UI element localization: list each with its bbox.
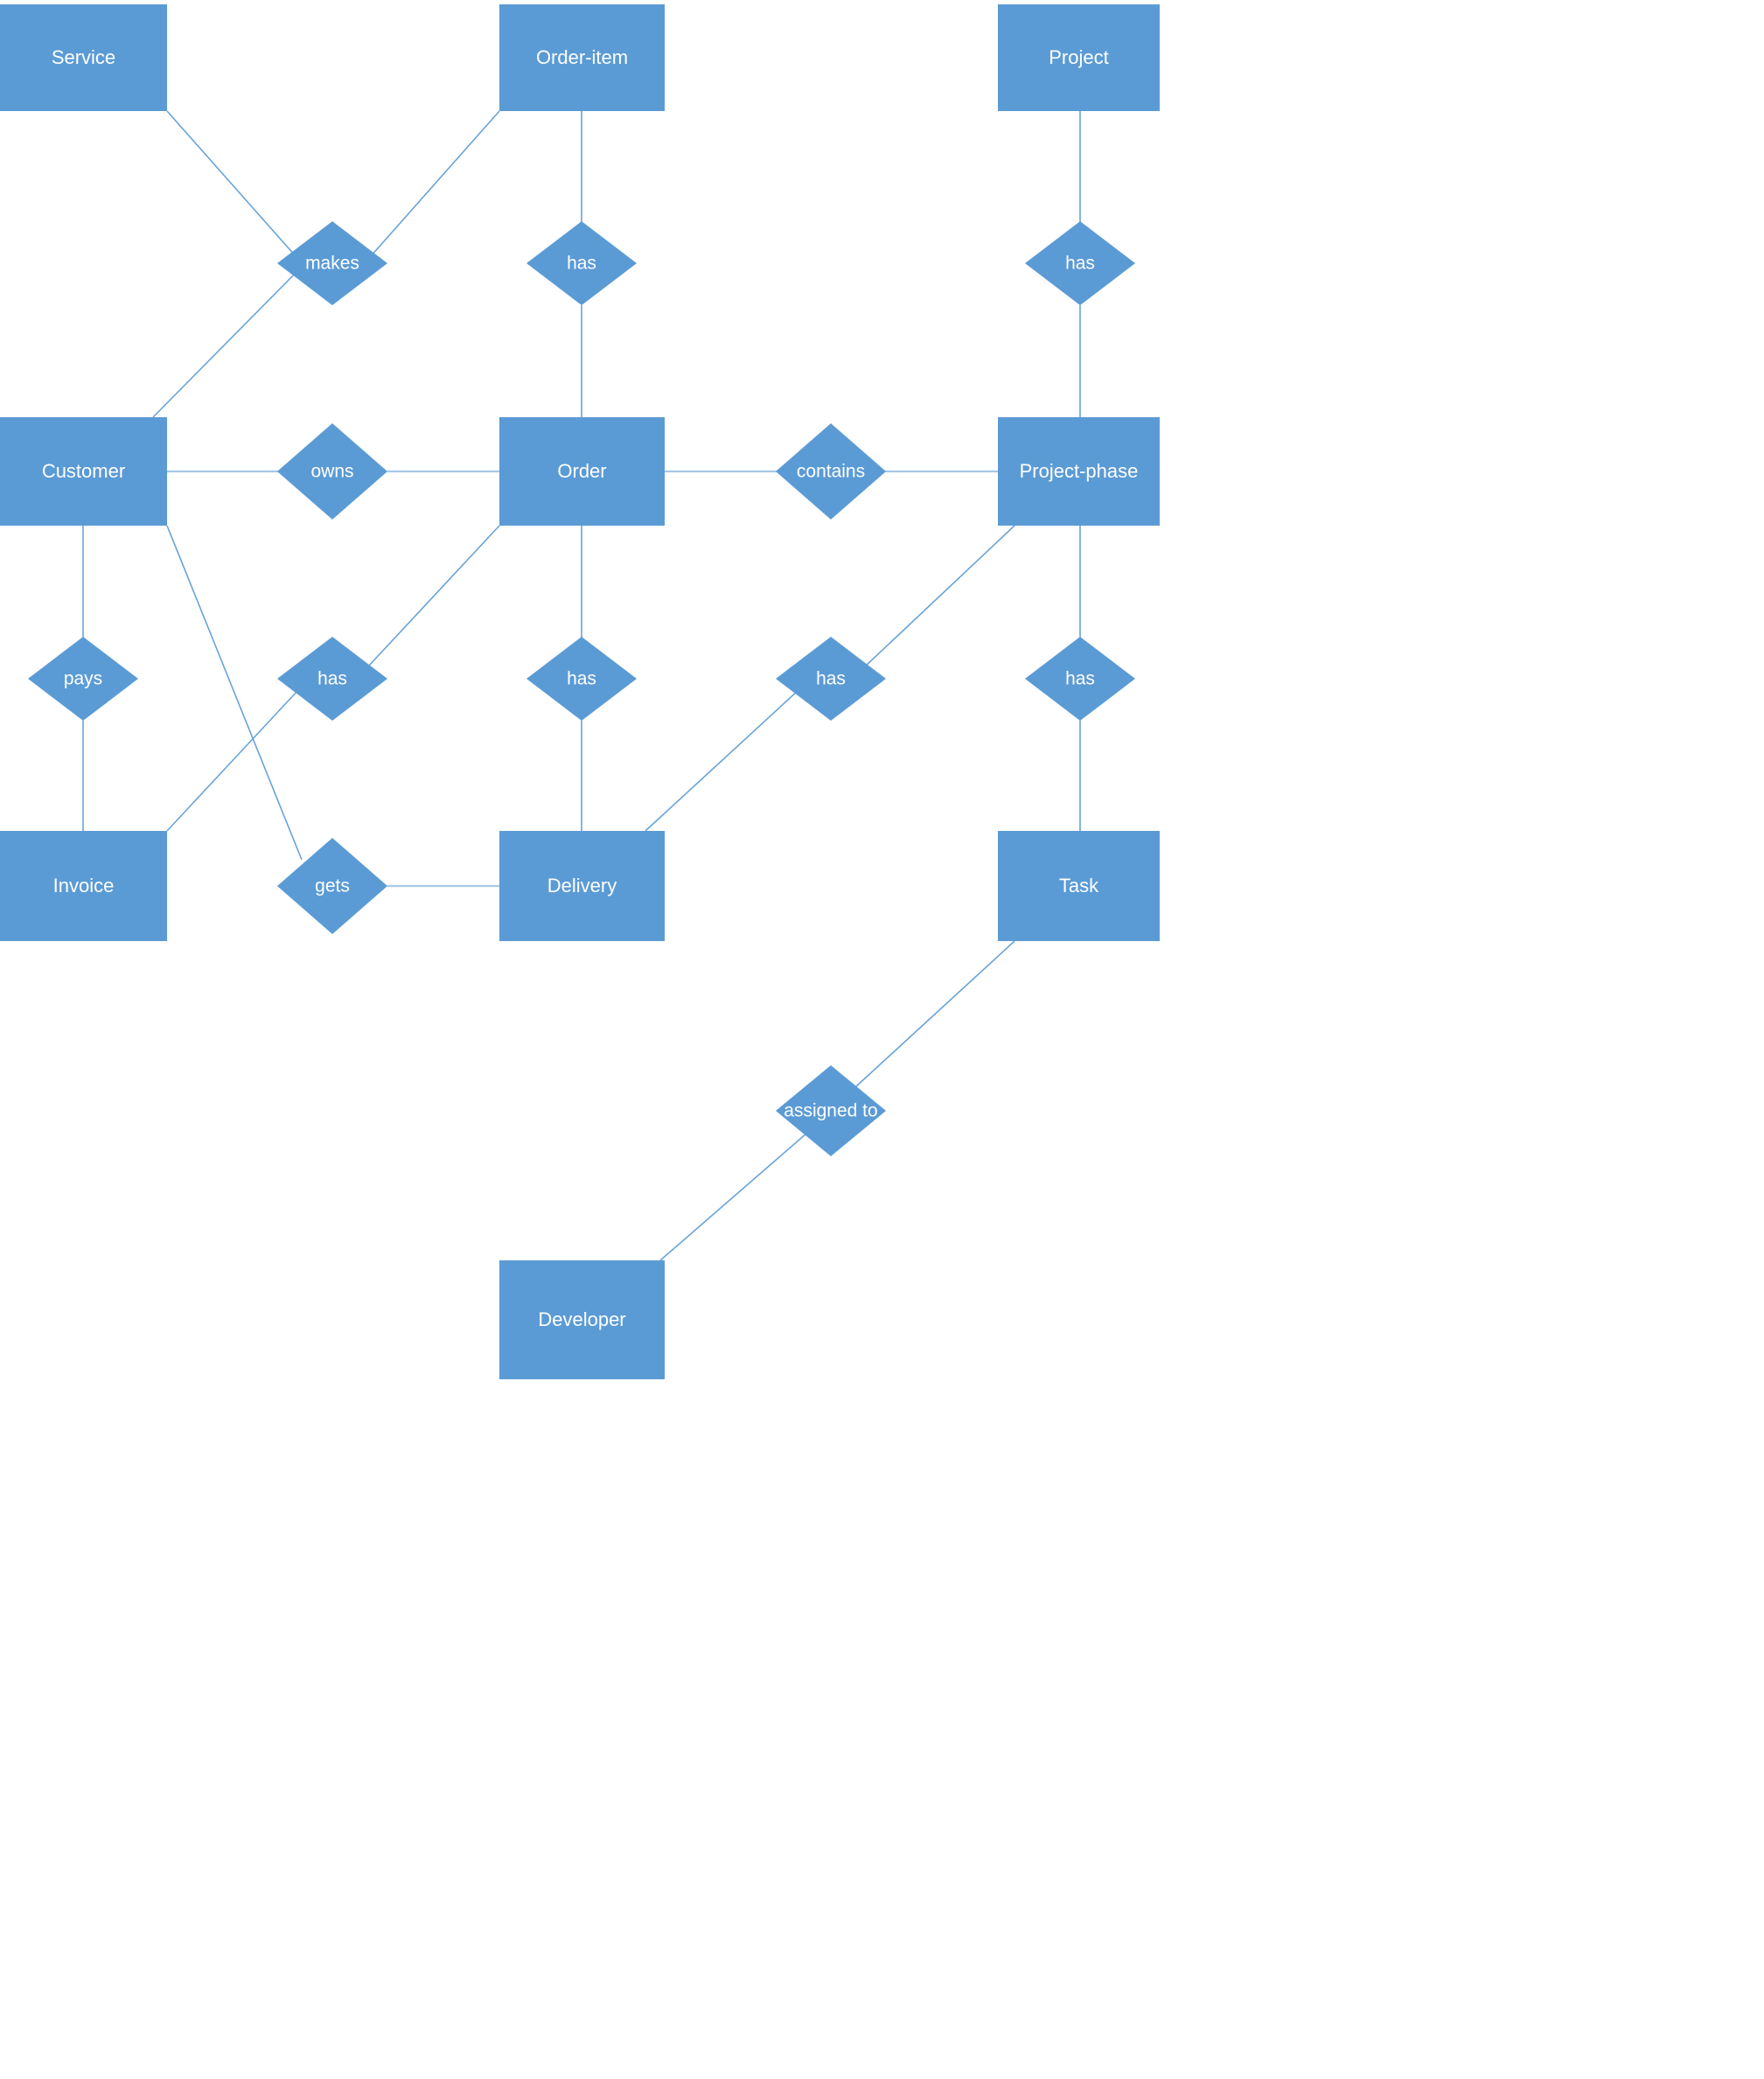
entity-box-developer[interactable] xyxy=(499,1260,665,1379)
relationship-diamond-has-invoice[interactable] xyxy=(277,637,387,721)
entity-box-customer[interactable] xyxy=(0,417,167,526)
edge-assigned-to-to-developer xyxy=(659,1133,807,1261)
relationship-diamond-owns[interactable] xyxy=(277,423,387,520)
entity-invoice[interactable]: Invoice xyxy=(0,831,167,941)
relationship-assigned-to[interactable]: assigned to xyxy=(776,1065,886,1156)
relationship-contains[interactable]: contains xyxy=(776,423,886,520)
relationship-pays[interactable]: pays xyxy=(28,637,138,721)
relationship-has-task[interactable]: has xyxy=(1025,637,1135,721)
relationship-diamond-contains[interactable] xyxy=(776,423,886,520)
relationship-diamond-gets[interactable] xyxy=(277,838,387,934)
edge-task-to-assigned-to xyxy=(854,940,1015,1088)
edge-service-to-makes xyxy=(166,110,297,258)
entity-box-project-phase[interactable] xyxy=(998,417,1160,526)
edge-order-item-to-makes xyxy=(369,110,500,258)
relationship-diamond-makes[interactable] xyxy=(277,221,387,305)
entity-box-invoice[interactable] xyxy=(0,831,167,941)
entity-developer[interactable]: Developer xyxy=(499,1260,665,1379)
relationship-has-phase[interactable]: has xyxy=(1025,221,1135,305)
er-diagram-canvas: Service Order-item Project Customer Order Pro… xyxy=(0,0,1764,2079)
entity-delivery[interactable]: Delivery xyxy=(499,831,665,941)
nodes-layer: Service Order-item Project Customer Order Pro… xyxy=(0,4,1160,1379)
entity-order[interactable]: Order xyxy=(499,417,665,526)
edge-invoice-to-has-invoice xyxy=(166,689,299,832)
relationship-owns[interactable]: owns xyxy=(277,423,387,520)
relationship-diamond-assigned-to[interactable] xyxy=(776,1065,886,1156)
entity-box-project[interactable] xyxy=(998,4,1160,111)
edge-has-deliv-ph-to-project-phase xyxy=(863,525,1015,668)
entity-service[interactable]: Service xyxy=(0,4,167,111)
entity-task[interactable]: Task xyxy=(998,831,1160,941)
relationship-diamond-has-phase[interactable] xyxy=(1025,221,1135,305)
relationship-diamond-pays[interactable] xyxy=(28,637,138,721)
relationship-diamond-has-task[interactable] xyxy=(1025,637,1135,721)
relationship-gets[interactable]: gets xyxy=(277,838,387,934)
entity-box-delivery[interactable] xyxy=(499,831,665,941)
edge-has-invoice-to-order xyxy=(366,525,500,668)
relationship-has-order[interactable]: has xyxy=(526,221,637,305)
entity-box-order-item[interactable] xyxy=(499,4,665,111)
edge-delivery-to-has-deliv-ph xyxy=(645,689,799,832)
entity-project-phase[interactable]: Project-phase xyxy=(998,417,1160,526)
relationship-diamond-has-order[interactable] xyxy=(526,221,637,305)
entity-box-service[interactable] xyxy=(0,4,167,111)
entity-order-item[interactable]: Order-item xyxy=(499,4,665,111)
relationship-has-deliv-ph[interactable]: has xyxy=(776,637,886,721)
relationship-has-invoice[interactable]: has xyxy=(277,637,387,721)
entity-box-task[interactable] xyxy=(998,831,1160,941)
relationship-makes[interactable]: makes xyxy=(277,221,387,305)
er-diagram-svg: Service Order-item Project Customer Order Pro… xyxy=(0,4,1160,1379)
entity-box-order[interactable] xyxy=(499,417,665,526)
edge-makes-to-customer xyxy=(152,270,298,418)
entity-project[interactable]: Project xyxy=(998,4,1160,111)
relationship-has-delivery[interactable]: has xyxy=(526,637,637,721)
entity-customer[interactable]: Customer xyxy=(0,417,167,526)
relationship-diamond-has-deliv-ph[interactable] xyxy=(776,637,886,721)
relationship-diamond-has-delivery[interactable] xyxy=(526,637,637,721)
